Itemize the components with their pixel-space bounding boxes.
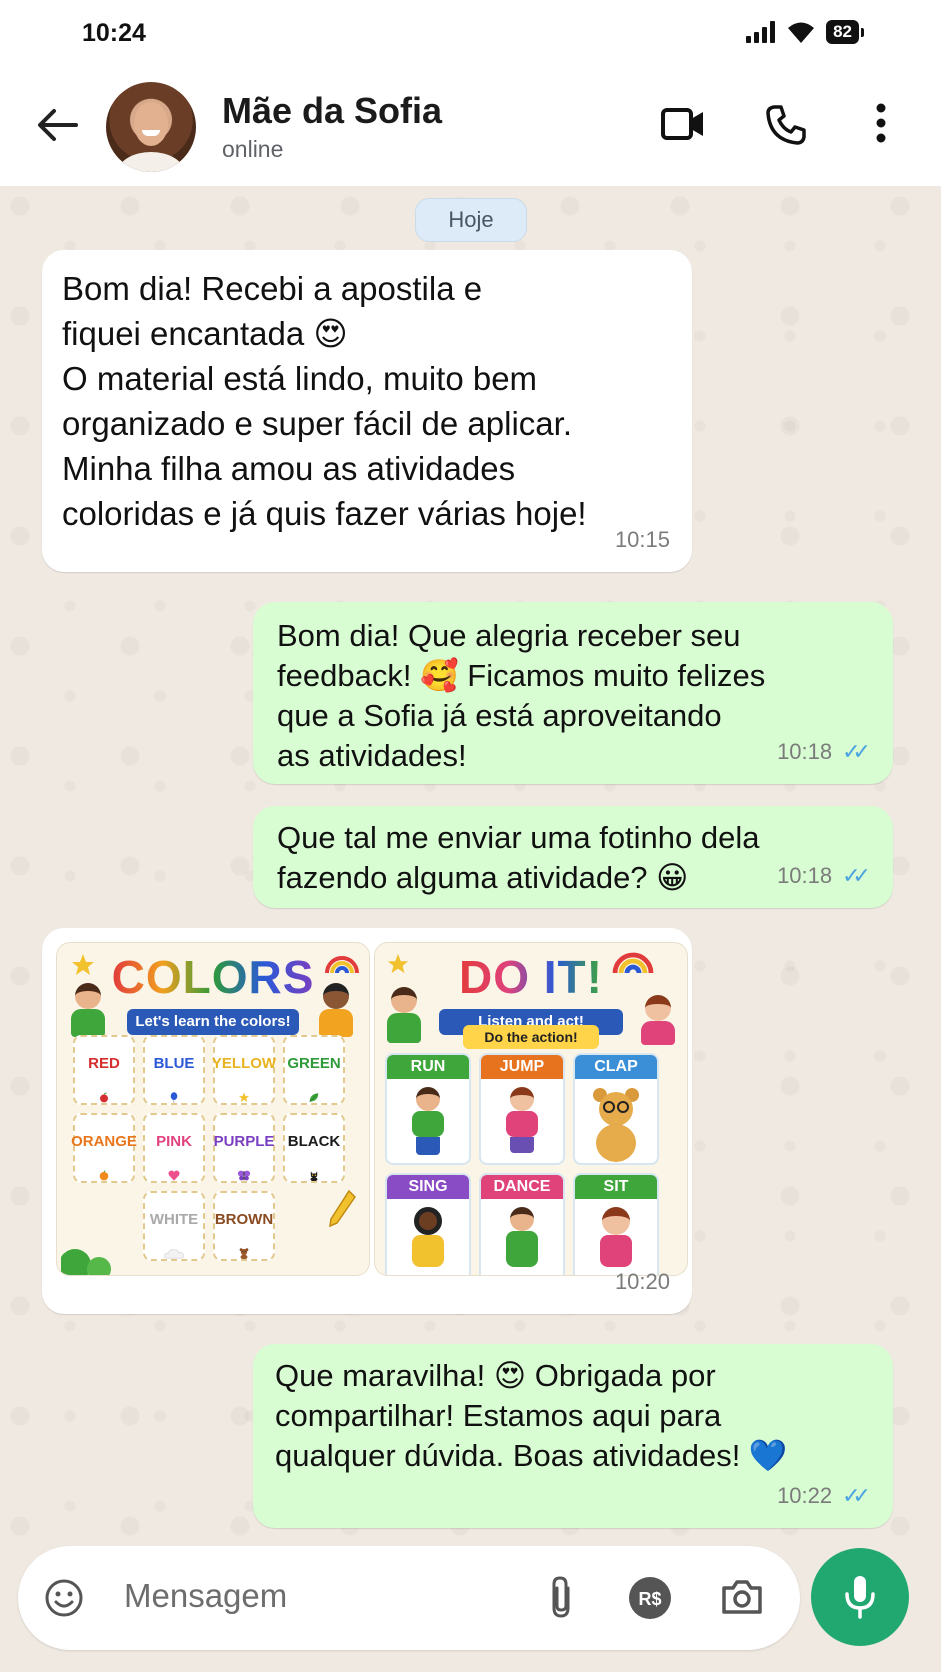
message-time: 10:18 bbox=[777, 863, 833, 888]
heart-icon bbox=[168, 1170, 180, 1181]
wifi-icon bbox=[788, 22, 815, 43]
message-incoming-images[interactable]: COLORS Let's learn the colors! RED BLUE bbox=[42, 928, 692, 1314]
action-cell: JUMP bbox=[479, 1053, 565, 1165]
bear-icon bbox=[239, 1248, 249, 1259]
image-attachment-actions[interactable]: DO IT! Listen and act! Do the action! RU… bbox=[374, 942, 688, 1276]
butterfly-icon bbox=[237, 1170, 251, 1181]
more-options-icon[interactable] bbox=[875, 102, 887, 144]
message-time: 10:20 bbox=[614, 1269, 670, 1294]
message-text: Bom dia! Recebi a apostila e fiquei enca… bbox=[62, 270, 587, 532]
message-time: 10:22 bbox=[777, 1483, 833, 1508]
svg-text:R$: R$ bbox=[638, 1589, 661, 1609]
leaf-icon bbox=[309, 1093, 319, 1102]
avatar[interactable] bbox=[106, 82, 196, 172]
message-text: Que maravilha! 😍 Obrigada por compartilh… bbox=[275, 1358, 788, 1473]
color-cell: BLACK bbox=[283, 1113, 345, 1183]
read-receipt-icon: ✓✓ bbox=[842, 1483, 871, 1508]
color-cell: PURPLE bbox=[213, 1113, 275, 1183]
color-cell: WHITE bbox=[143, 1191, 205, 1261]
action-cell: SING bbox=[385, 1173, 471, 1275]
battery-indicator: 82 bbox=[826, 20, 864, 44]
color-cell: BLUE bbox=[143, 1035, 205, 1105]
color-cell: ORANGE bbox=[71, 1113, 137, 1183]
message-time: 10:18 bbox=[777, 739, 833, 764]
chat-header: Mãe da Sofia online bbox=[0, 70, 941, 187]
color-cell: GREEN bbox=[283, 1035, 345, 1105]
attach-icon[interactable] bbox=[548, 1574, 574, 1620]
contact-status: online bbox=[222, 136, 284, 162]
star-icon bbox=[387, 953, 409, 974]
image-attachment-colors[interactable]: COLORS Let's learn the colors! RED BLUE bbox=[56, 942, 370, 1276]
signal-icon bbox=[746, 21, 776, 43]
video-call-icon[interactable] bbox=[660, 106, 706, 142]
action-cell: DANCE bbox=[479, 1173, 565, 1275]
kid-illustration bbox=[67, 983, 109, 1037]
action-cell: RUN bbox=[385, 1053, 471, 1165]
microphone-icon bbox=[845, 1576, 875, 1619]
read-receipt-icon: ✓✓ bbox=[842, 863, 871, 888]
apple-icon bbox=[100, 1092, 108, 1103]
contact-name[interactable]: Mãe da Sofia bbox=[222, 90, 442, 132]
message-meta: 10:15 bbox=[615, 517, 670, 562]
rainbow-icon bbox=[325, 956, 359, 973]
back-arrow-icon[interactable] bbox=[36, 108, 78, 142]
message-input-placeholder: Mensagem bbox=[124, 1577, 288, 1614]
message-time: 10:15 bbox=[614, 527, 670, 552]
balloon-icon bbox=[170, 1092, 178, 1103]
message-outgoing[interactable]: Que tal me enviar uma fotinho dela fazen… bbox=[253, 806, 893, 908]
message-meta: 10:20 bbox=[615, 1259, 670, 1304]
camera-icon[interactable] bbox=[720, 1578, 764, 1616]
message-meta: 10:18 ✓✓ bbox=[777, 853, 871, 898]
payment-icon[interactable]: R$ bbox=[628, 1576, 672, 1620]
color-cell: BROWN bbox=[213, 1191, 275, 1261]
star-icon bbox=[238, 1092, 250, 1103]
cloud-icon bbox=[164, 1249, 184, 1259]
emoji-icon[interactable] bbox=[44, 1578, 84, 1618]
kid-illustration bbox=[637, 995, 679, 1045]
grass-decoration bbox=[61, 1249, 111, 1275]
pencil-icon bbox=[329, 1189, 356, 1228]
message-meta: 10:18 ✓✓ bbox=[777, 729, 871, 774]
color-cell: RED bbox=[73, 1035, 135, 1105]
kid-illustration bbox=[383, 987, 425, 1045]
read-receipt-icon: ✓✓ bbox=[842, 739, 871, 764]
status-icons: 82 bbox=[746, 20, 864, 44]
colors-grid: RED BLUE YELLOW GREEN ORANGE PINK PURPLE… bbox=[71, 1035, 345, 1261]
date-divider: Hoje bbox=[415, 198, 527, 242]
message-outgoing[interactable]: Bom dia! Que alegria receber seu feedbac… bbox=[253, 602, 893, 784]
status-bar: 10:24 82 bbox=[0, 0, 941, 70]
status-time: 10:24 bbox=[82, 19, 146, 47]
chat-area[interactable]: Hoje Bom dia! Recebi a apostila e fiquei… bbox=[0, 186, 941, 1546]
actions-grid: RUN JUMP CLAP SING DANCE SIT bbox=[385, 1053, 659, 1275]
voice-message-button[interactable] bbox=[811, 1548, 909, 1646]
phone-call-icon[interactable] bbox=[765, 104, 807, 146]
color-cell: PINK bbox=[143, 1113, 205, 1183]
color-cell: YELLOW bbox=[212, 1035, 276, 1105]
input-bar: Mensagem R$ bbox=[0, 1546, 941, 1672]
orange-icon bbox=[99, 1170, 109, 1181]
message-input[interactable]: Mensagem R$ bbox=[18, 1546, 800, 1650]
colors-subtitle: Let's learn the colors! bbox=[127, 1009, 299, 1035]
kid-illustration bbox=[315, 983, 357, 1037]
cat-icon bbox=[310, 1171, 318, 1181]
action-cell: CLAP bbox=[573, 1053, 659, 1165]
message-incoming[interactable]: Bom dia! Recebi a apostila e fiquei enca… bbox=[42, 250, 692, 572]
message-meta: 10:22 ✓✓ bbox=[777, 1473, 871, 1518]
rainbow-icon bbox=[612, 952, 654, 973]
message-outgoing[interactable]: Que maravilha! 😍 Obrigada por compartilh… bbox=[253, 1344, 893, 1528]
star-icon bbox=[72, 954, 94, 975]
actions-tagline: Do the action! bbox=[463, 1025, 599, 1049]
